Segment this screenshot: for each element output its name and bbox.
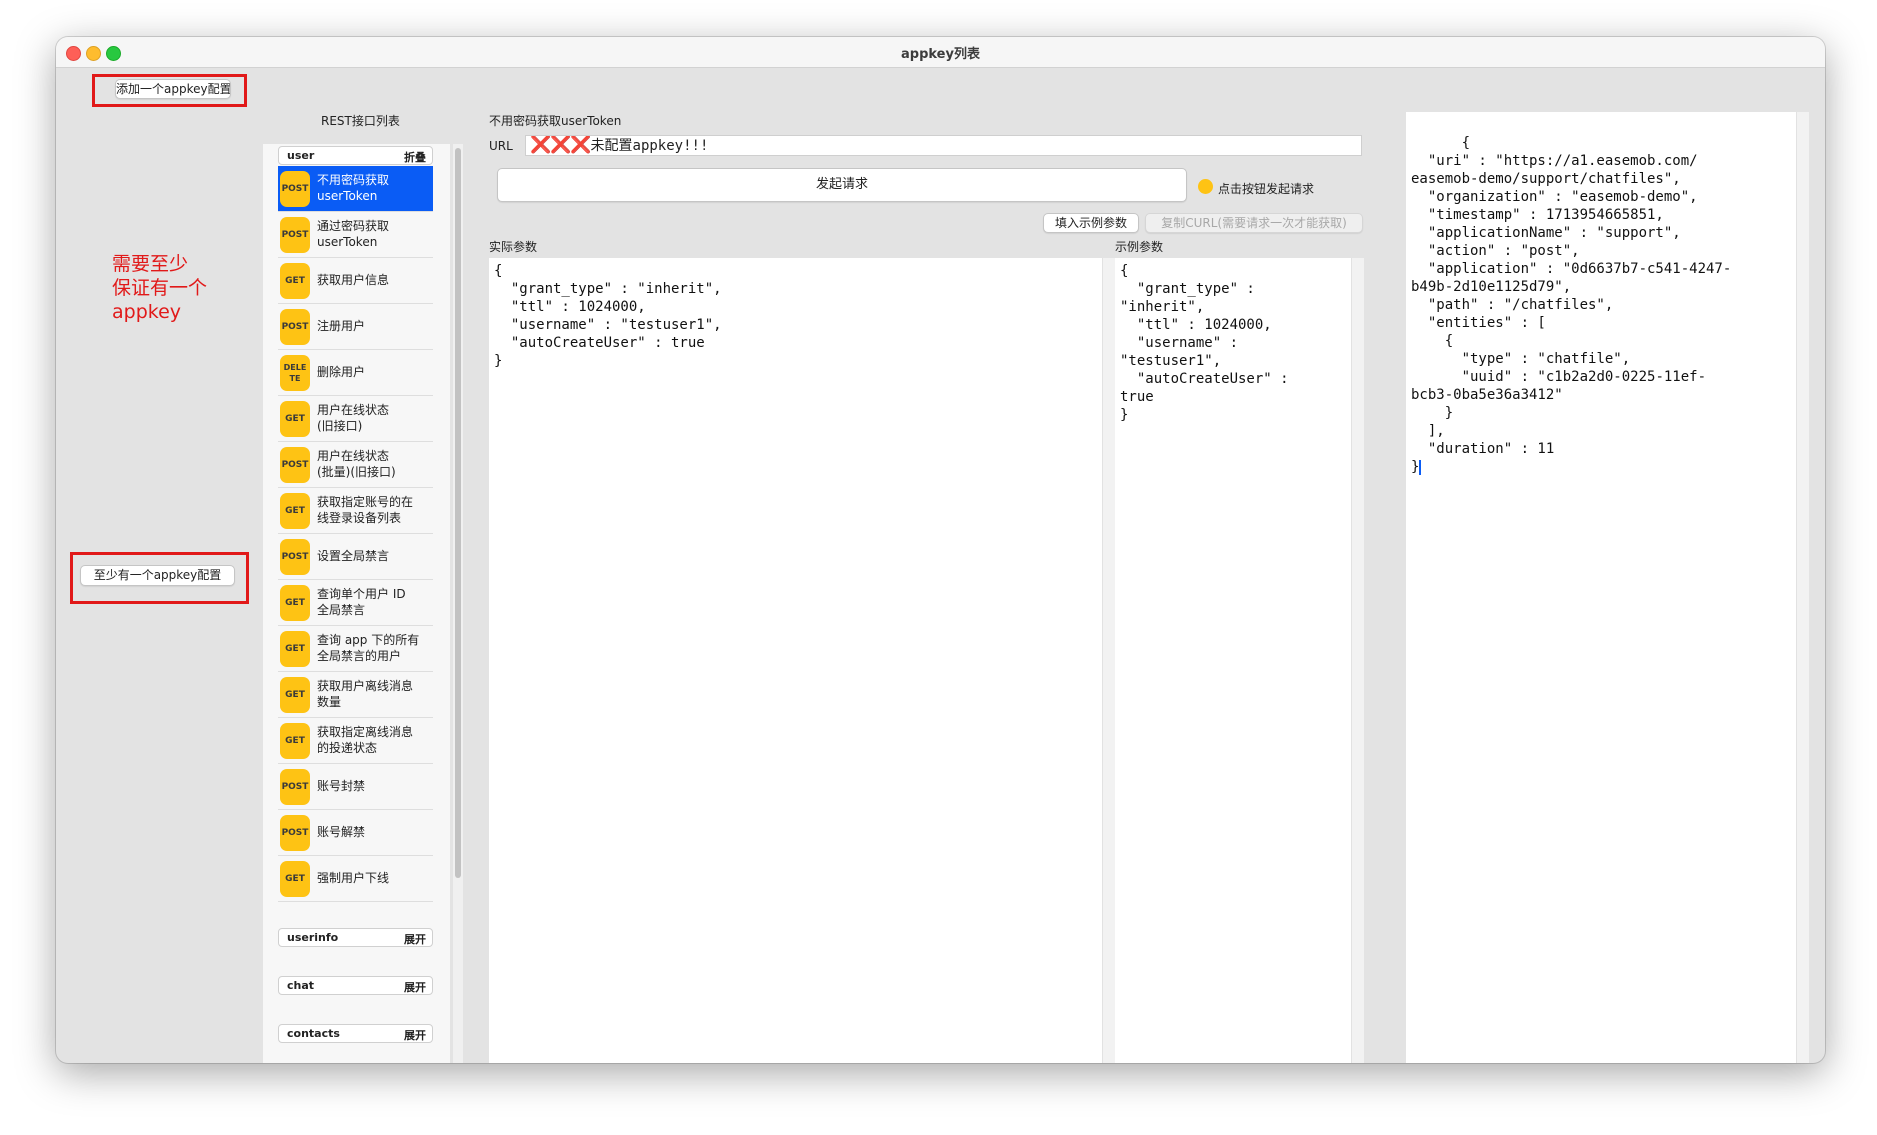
group-name: userinfo [287,931,339,944]
api-label: 用户在线状态 (批量)(旧接口) [317,449,396,479]
example-params-label: 示例参数 [1115,240,1164,254]
api-label: 获取指定离线消息 的投递状态 [317,725,414,755]
api-label: 通过密码获取 userToken [317,219,390,249]
group-header-userinfo[interactable]: userinfo 展开 [278,928,433,947]
api-item[interactable]: POST 不用密码获取 userToken [278,166,433,212]
api-item[interactable]: POST 设置全局禁言 [278,534,433,580]
method-badge: GET [280,631,310,667]
group-toggle[interactable]: 展开 [404,979,426,995]
response-body-end: } [1411,459,1420,475]
api-item[interactable]: GET 获取用户信息 [278,258,433,304]
example-params-view: { "grant_type" : "inherit", "ttl" : 1024… [1115,258,1351,1063]
api-label: 删除用户 [317,365,366,379]
annotation-note: 需要至少 保证有一个 appkey [112,253,208,323]
method-badge: GET [280,493,310,529]
status-text: 点击按钮发起请求 [1218,182,1315,196]
method-badge: GET [280,263,310,299]
api-item[interactable]: POST 注册用户 [278,304,433,350]
api-item[interactable]: GET 获取用户离线消息 数量 [278,672,433,718]
api-label: 获取用户信息 [317,273,390,287]
api-item[interactable]: POST 通过密码获取 userToken [278,212,433,258]
api-item[interactable]: GET 用户在线状态 (旧接口) [278,396,433,442]
url-value: 未配置appkey!!! [590,138,709,154]
appkey-config-button[interactable]: 至少有一个appkey配置 [80,565,235,586]
method-badge: POST [280,447,310,483]
response-view[interactable]: { "uri" : "https://a1.easemob.com/ easem… [1406,112,1796,1063]
api-item[interactable]: POST 账号封禁 [278,764,433,810]
app-window: appkey列表 添加一个appkey配置 需要至少 保证有一个 appkey … [56,37,1825,1063]
rest-list-title: REST接口列表 [321,114,400,128]
example-params-scrollbar[interactable] [1351,258,1364,1063]
method-badge: POST [280,217,310,253]
method-badge: DELE TE [280,355,310,391]
status-indicator [1198,179,1213,194]
rest-list-panel: user 折叠 POST 不用密码获取 userToken POST 通过密码获… [263,144,450,1063]
url-label: URL [489,139,513,153]
api-label: 获取用户离线消息 数量 [317,679,414,709]
api-label: 查询单个用户 ID 全局禁言 [317,587,406,617]
api-label: 账号解禁 [317,825,366,839]
window-title: appkey列表 [901,47,980,62]
method-badge: GET [280,677,310,713]
request-title: 不用密码获取userToken [489,114,622,128]
group-toggle[interactable]: 折叠 [404,149,426,165]
api-item[interactable]: DELE TE 删除用户 [278,350,433,396]
api-item[interactable]: POST 用户在线状态 (批量)(旧接口) [278,442,433,488]
text-cursor [1419,459,1422,475]
window-content: 添加一个appkey配置 需要至少 保证有一个 appkey 至少有一个appk… [56,68,1825,1063]
copy-curl-button[interactable]: 复制CURL(需要请求一次才能获取) [1145,213,1363,233]
group-header-user[interactable]: user 折叠 [278,146,433,165]
method-badge: GET [280,723,310,759]
api-label: 不用密码获取 userToken [317,173,390,203]
api-label: 查询 app 下的所有 全局禁言的用户 [317,633,420,663]
url-field[interactable]: ❌❌❌未配置appkey!!! [525,135,1362,156]
method-badge: POST [280,539,310,575]
method-badge: GET [280,401,310,437]
group-toggle[interactable]: 展开 [404,931,426,947]
api-item[interactable]: GET 强制用户下线 [278,856,433,902]
group-name: chat [287,979,315,992]
api-item[interactable]: GET 查询单个用户 ID 全局禁言 [278,580,433,626]
add-appkey-button[interactable]: 添加一个appkey配置 [115,79,231,99]
group-header-chat[interactable]: chat 展开 [278,976,433,995]
api-item[interactable]: GET 获取指定账号的在 线登录设备列表 [278,488,433,534]
method-badge: GET [280,861,310,897]
response-scrollbar[interactable] [1796,112,1809,1063]
send-request-button[interactable]: 发起请求 [497,168,1187,202]
group-header-contacts[interactable]: contacts 展开 [278,1024,433,1043]
method-badge: POST [280,815,310,851]
api-label: 设置全局禁言 [317,549,390,563]
method-badge: POST [280,309,310,345]
group-name: user [287,149,315,162]
title-bar: appkey列表 [56,37,1825,68]
error-x-icon: ❌❌❌ [530,135,592,155]
method-badge: GET [280,585,310,621]
api-label: 用户在线状态 (旧接口) [317,403,390,433]
method-badge: POST [280,769,310,805]
rest-list-scroll-thumb[interactable] [455,148,461,878]
actual-params-editor[interactable]: { "grant_type" : "inherit", "ttl" : 1024… [489,258,1102,1063]
api-item[interactable]: GET 获取指定离线消息 的投递状态 [278,718,433,764]
group-toggle[interactable]: 展开 [404,1027,426,1043]
group-name: contacts [287,1027,340,1040]
api-label: 强制用户下线 [317,871,390,885]
actual-params-label: 实际参数 [489,240,538,254]
method-badge: POST [280,171,310,207]
response-body: { "uri" : "https://a1.easemob.com/ easem… [1411,135,1732,457]
api-item[interactable]: GET 查询 app 下的所有 全局禁言的用户 [278,626,433,672]
actual-params-scrollbar[interactable] [1102,258,1115,1063]
api-label: 注册用户 [317,319,366,333]
api-item[interactable]: POST 账号解禁 [278,810,433,856]
api-label: 账号封禁 [317,779,366,793]
fill-example-button[interactable]: 填入示例参数 [1043,213,1139,233]
api-label: 获取指定账号的在 线登录设备列表 [317,495,414,525]
